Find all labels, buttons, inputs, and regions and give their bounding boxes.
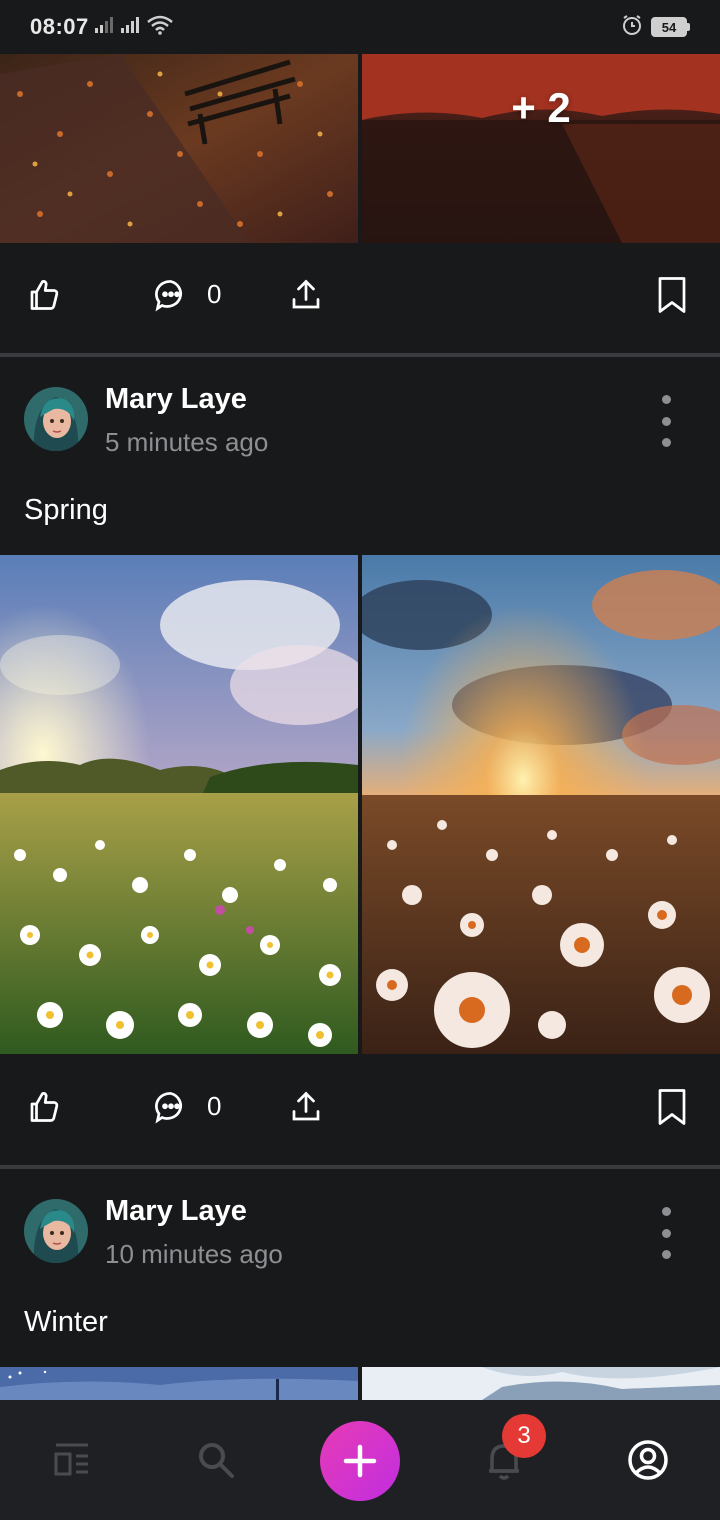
alarm-icon: [621, 14, 643, 41]
feed-icon[interactable]: [50, 1438, 94, 1482]
post-actions: 0: [0, 243, 720, 343]
menu-dot: [661, 1250, 671, 1259]
like-icon[interactable]: [24, 1087, 64, 1127]
post-time: 10 minutes ago: [105, 1239, 283, 1269]
battery-level: 54: [651, 17, 687, 37]
post-time: 5 minutes ago: [105, 427, 269, 457]
post-header: Mary Laye 10 minutes ago: [0, 1187, 720, 1277]
plus-icon: [343, 1444, 377, 1478]
comment-icon[interactable]: [151, 1087, 191, 1127]
profile-icon[interactable]: [626, 1438, 670, 1482]
signal-icon: [94, 16, 115, 39]
comment-icon[interactable]: [151, 275, 191, 315]
author-name[interactable]: Mary Laye: [105, 1195, 247, 1228]
battery-icon: 54: [651, 17, 690, 37]
post-image-autumn-park[interactable]: [0, 54, 358, 243]
post-divider: [0, 353, 720, 357]
post-image-winter-1[interactable]: [0, 1367, 358, 1400]
status-bar: 08:07 54: [0, 0, 720, 54]
menu-dot: [661, 1207, 671, 1216]
bookmark-icon[interactable]: [652, 275, 692, 315]
comment-count: 0: [207, 1091, 222, 1121]
status-time: 08:07: [30, 14, 89, 39]
post-actions: 0: [0, 1055, 720, 1155]
notification-badge: 3: [502, 1414, 546, 1458]
share-icon[interactable]: [286, 275, 326, 315]
menu-dot: [661, 416, 671, 426]
bookmark-icon[interactable]: [652, 1087, 692, 1127]
menu-dot: [661, 395, 671, 404]
status-left: 08:07: [30, 14, 173, 40]
post-header: Mary Laye 5 minutes ago: [0, 375, 720, 465]
more-images-overlay[interactable]: + 2: [362, 84, 720, 132]
like-icon[interactable]: [24, 275, 64, 315]
post-text: Winter: [24, 1306, 108, 1338]
post-image-autumn-lake[interactable]: + 2: [362, 54, 720, 243]
menu-dot: [661, 438, 671, 447]
avatar[interactable]: [24, 387, 88, 451]
share-icon[interactable]: [286, 1087, 326, 1127]
post-image-winter-2[interactable]: [362, 1367, 720, 1400]
author-name[interactable]: Mary Laye: [105, 383, 247, 416]
avatar[interactable]: [24, 1199, 88, 1263]
status-right: 54: [621, 14, 690, 41]
post-divider: [0, 1165, 720, 1169]
bottom-navigation: 3: [0, 1400, 720, 1520]
signal-icon: [120, 16, 141, 39]
post-image-daisy-field-day[interactable]: [0, 555, 358, 1054]
wifi-icon: [146, 15, 173, 40]
more-options-icon[interactable]: [654, 1207, 678, 1259]
comment-count: 0: [207, 279, 222, 309]
post-image-daisy-field-sunset[interactable]: [362, 555, 720, 1054]
search-icon[interactable]: [194, 1438, 238, 1482]
more-options-icon[interactable]: [654, 395, 678, 447]
add-post-button[interactable]: [320, 1421, 400, 1501]
battery-tip: [687, 23, 690, 31]
post-text: Spring: [24, 494, 108, 526]
menu-dot: [661, 1228, 671, 1238]
